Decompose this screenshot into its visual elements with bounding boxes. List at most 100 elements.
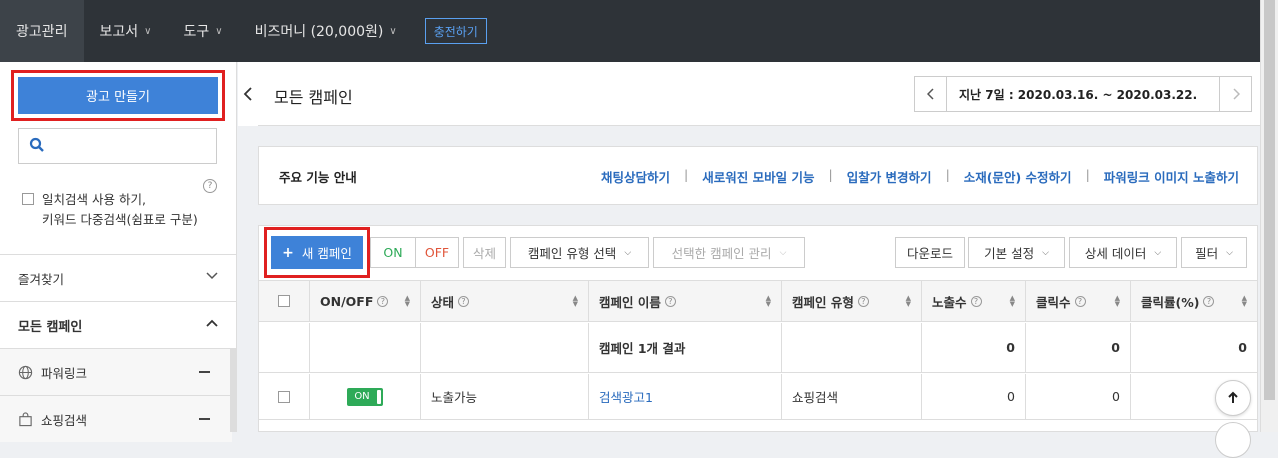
date-range-picker[interactable]: 지난 7일 : 2020.03.16. ~ 2020.03.22. — [914, 76, 1252, 112]
row-campaign-name-link[interactable]: 검색광고1 — [589, 374, 782, 419]
sidebar-scrollbar[interactable] — [230, 348, 236, 432]
help-icon[interactable]: ? — [857, 295, 869, 307]
chevron-down-icon: ⌵ — [1226, 247, 1233, 258]
header-campaign-name-label: 캠페인 이름 — [599, 294, 661, 310]
help-icon[interactable]: ? — [1203, 295, 1215, 307]
manage-selected-select[interactable]: 선택한 캠페인 관리 ⌵ — [653, 237, 805, 268]
page-scrollbar[interactable] — [1260, 0, 1278, 432]
filter-select[interactable]: 필터 ⌵ — [1181, 237, 1247, 268]
campaign-type-select[interactable]: 캠페인 유형 선택 ⌵ — [510, 237, 649, 268]
help-icon[interactable]: ? — [203, 179, 217, 193]
header-status[interactable]: 상태? ▲ ▼ — [421, 281, 589, 321]
sidebar-item-shopping[interactable]: 쇼핑검색 — [0, 396, 232, 442]
arrow-up-icon — [1228, 391, 1238, 403]
header-onoff[interactable]: ON/OFF? ▲ ▼ — [310, 281, 421, 321]
date-next-button[interactable] — [1219, 77, 1251, 111]
sort-icon[interactable]: ▲ ▼ — [1010, 295, 1015, 308]
chevron-down-icon — [206, 272, 218, 280]
delete-button[interactable]: 삭제 — [463, 237, 506, 268]
nav-ad-management-label: 광고관리 — [16, 24, 68, 40]
link-separator: | — [1085, 167, 1090, 182]
link-separator: | — [828, 167, 833, 182]
toggle-knob — [377, 389, 381, 404]
nav-bizmoney[interactable]: 비즈머니 (20,000원) ∨ — [239, 0, 413, 62]
help-icon[interactable]: ? — [1074, 295, 1086, 307]
filter-label: 필터 — [1195, 246, 1219, 261]
sort-icon[interactable]: ▲ ▼ — [1115, 295, 1120, 308]
basic-settings-select[interactable]: 기본 설정 ⌵ — [968, 237, 1065, 268]
header-clicks[interactable]: 클릭수? ▲ ▼ — [1026, 281, 1131, 321]
manage-selected-label: 선택한 캠페인 관리 — [671, 246, 772, 261]
detail-data-label: 상세 데이터 — [1084, 246, 1147, 261]
exact-search-checkbox[interactable] — [22, 193, 34, 205]
scroll-top-button[interactable] — [1215, 380, 1251, 416]
link-mobile-features[interactable]: 새로워진 모바일 기능 — [702, 167, 814, 186]
sidebar-collapse-button[interactable] — [238, 62, 258, 126]
link-powerlink-image[interactable]: 파워링크 이미지 노출하기 — [1104, 167, 1239, 186]
help-icon[interactable]: ? — [458, 295, 470, 307]
feature-guide-links: 채팅상담하기 | 새로워진 모바일 기능 | 입찰가 변경하기 | 소재(문안)… — [601, 167, 1239, 186]
scroll-bottom-button[interactable] — [1215, 422, 1251, 458]
search-input[interactable] — [51, 135, 209, 157]
header-ctr[interactable]: 클릭률(%)? ▲ ▼ — [1131, 281, 1257, 321]
header-campaign-name[interactable]: 캠페인 이름? ▲ ▼ — [589, 281, 782, 321]
scrollbar-thumb[interactable] — [1264, 0, 1275, 400]
header-campaign-type[interactable]: 캠페인 유형? ▲ ▼ — [782, 281, 922, 321]
off-button[interactable]: OFF — [415, 237, 459, 268]
favorites-section[interactable]: 즐겨찾기 — [0, 255, 237, 301]
link-separator: | — [684, 167, 689, 182]
help-icon[interactable]: ? — [664, 295, 676, 307]
link-change-bid[interactable]: 입찰가 변경하기 — [847, 167, 932, 186]
create-ad-highlight: 광고 만들기 — [11, 70, 225, 121]
collapse-icon[interactable] — [199, 371, 210, 373]
header-impressions[interactable]: 노출수? ▲ ▼ — [922, 281, 1026, 321]
chevron-down-icon: ⌵ — [1042, 247, 1049, 258]
exact-search-line1: 일치검색 사용 하기, — [42, 192, 146, 207]
new-campaign-label: 새 캠페인 — [301, 246, 352, 261]
help-icon[interactable]: ? — [377, 295, 389, 307]
sort-icon[interactable]: ▲ ▼ — [766, 295, 771, 308]
link-edit-ad-copy[interactable]: 소재(문안) 수정하기 — [964, 167, 1072, 186]
new-campaign-button[interactable]: + 새 캠페인 — [271, 236, 363, 269]
download-button[interactable]: 다운로드 — [895, 237, 965, 268]
exact-search-line2: 키워드 다중검색(쉼표로 구분) — [42, 212, 198, 227]
create-ad-button[interactable]: 광고 만들기 — [18, 77, 218, 114]
collapse-icon[interactable] — [199, 418, 210, 420]
sidebar-item-powerlink[interactable]: 파워링크 — [0, 349, 232, 395]
header-checkbox-cell — [259, 281, 310, 321]
summary-ctr: 0 — [1238, 340, 1247, 355]
nav-reports[interactable]: 보고서 ∨ — [84, 0, 168, 62]
nav-bizmoney-label: 비즈머니 (20,000원) — [254, 24, 384, 40]
detail-data-select[interactable]: 상세 데이터 ⌵ — [1069, 237, 1177, 268]
header-ctr-label: 클릭률(%) — [1141, 294, 1200, 310]
header-clicks-label: 클릭수 — [1036, 294, 1071, 310]
link-chat-consult[interactable]: 채팅상담하기 — [601, 167, 670, 186]
date-prev-button[interactable] — [915, 77, 947, 111]
nav-tools[interactable]: 도구 ∨ — [168, 0, 239, 62]
header-campaign-type-label: 캠페인 유형 — [792, 294, 854, 310]
chevron-left-icon — [243, 87, 252, 101]
campaign-search-box[interactable] — [18, 128, 217, 164]
select-all-checkbox[interactable] — [278, 295, 290, 307]
header-onoff-label: ON/OFF — [320, 293, 374, 309]
sort-icon[interactable]: ▲ ▼ — [405, 295, 410, 308]
on-button[interactable]: ON — [370, 237, 416, 268]
row-onoff-cell: ON — [310, 374, 421, 419]
sort-icon[interactable]: ▲ ▼ — [906, 295, 911, 308]
sort-icon[interactable]: ▲ ▼ — [1242, 295, 1247, 308]
all-campaigns-section[interactable]: 모든 캠페인 — [0, 302, 237, 348]
chevron-down-icon: ∨ — [144, 25, 152, 37]
row-impressions: 0 — [922, 374, 1026, 419]
basic-settings-label: 기본 설정 — [984, 246, 1035, 261]
charge-button[interactable]: 충전하기 — [424, 18, 487, 44]
date-range-text[interactable]: 지난 7일 : 2020.03.16. ~ 2020.03.22. — [947, 86, 1219, 103]
favorites-label: 즐겨찾기 — [18, 271, 65, 287]
on-off-toggle[interactable]: ON — [347, 387, 383, 406]
row-clicks: 0 — [1026, 374, 1131, 419]
summary-cell — [421, 323, 589, 372]
help-icon[interactable]: ? — [970, 295, 982, 307]
sort-icon[interactable]: ▲ ▼ — [573, 295, 578, 308]
chevron-down-icon: ⌵ — [1154, 247, 1162, 258]
row-checkbox[interactable] — [278, 390, 290, 403]
nav-ad-management[interactable]: 광고관리 — [0, 0, 84, 62]
